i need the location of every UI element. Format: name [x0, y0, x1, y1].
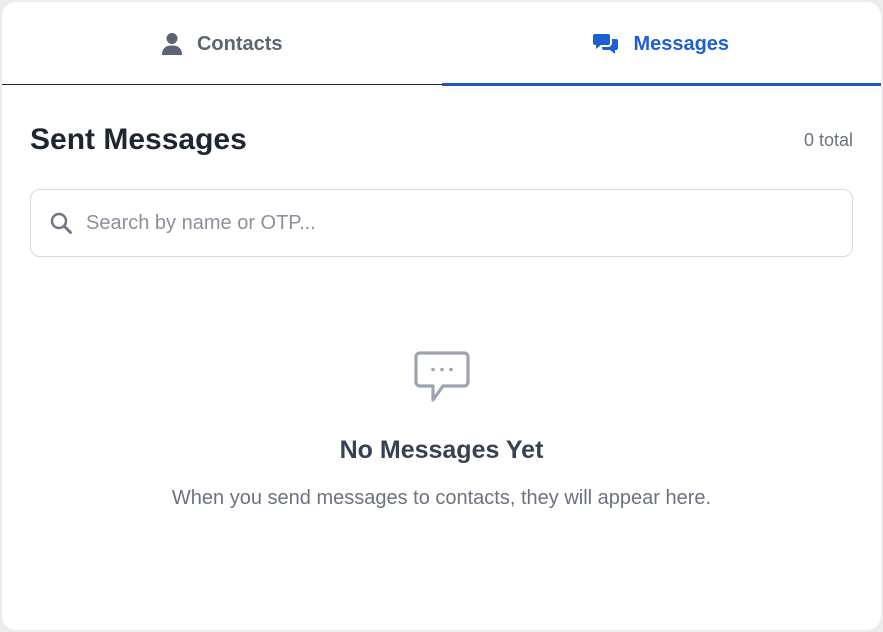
empty-state-title: No Messages Yet	[339, 436, 544, 464]
tab-messages-label: Messages	[633, 32, 730, 55]
search-box[interactable]	[30, 189, 853, 257]
empty-state: No Messages Yet When you send messages t…	[2, 350, 881, 510]
chat-bubbles-icon	[593, 33, 619, 55]
search-icon	[50, 212, 72, 234]
user-icon	[161, 32, 183, 56]
messages-panel: Contacts Messages Sent Messages 0 total	[2, 2, 881, 630]
page-title: Sent Messages	[30, 123, 247, 156]
empty-state-subtitle: When you send messages to contacts, they…	[171, 487, 712, 509]
total-count: 0 total	[803, 129, 853, 150]
section-header: Sent Messages 0 total	[30, 120, 853, 160]
tab-bar: Contacts Messages	[2, 2, 881, 86]
comment-dots-icon	[413, 350, 470, 404]
search-input[interactable]	[86, 203, 852, 243]
tab-contacts-label: Contacts	[196, 32, 283, 55]
tab-messages[interactable]: Messages	[441, 2, 882, 86]
tab-contacts[interactable]: Contacts	[2, 2, 442, 86]
